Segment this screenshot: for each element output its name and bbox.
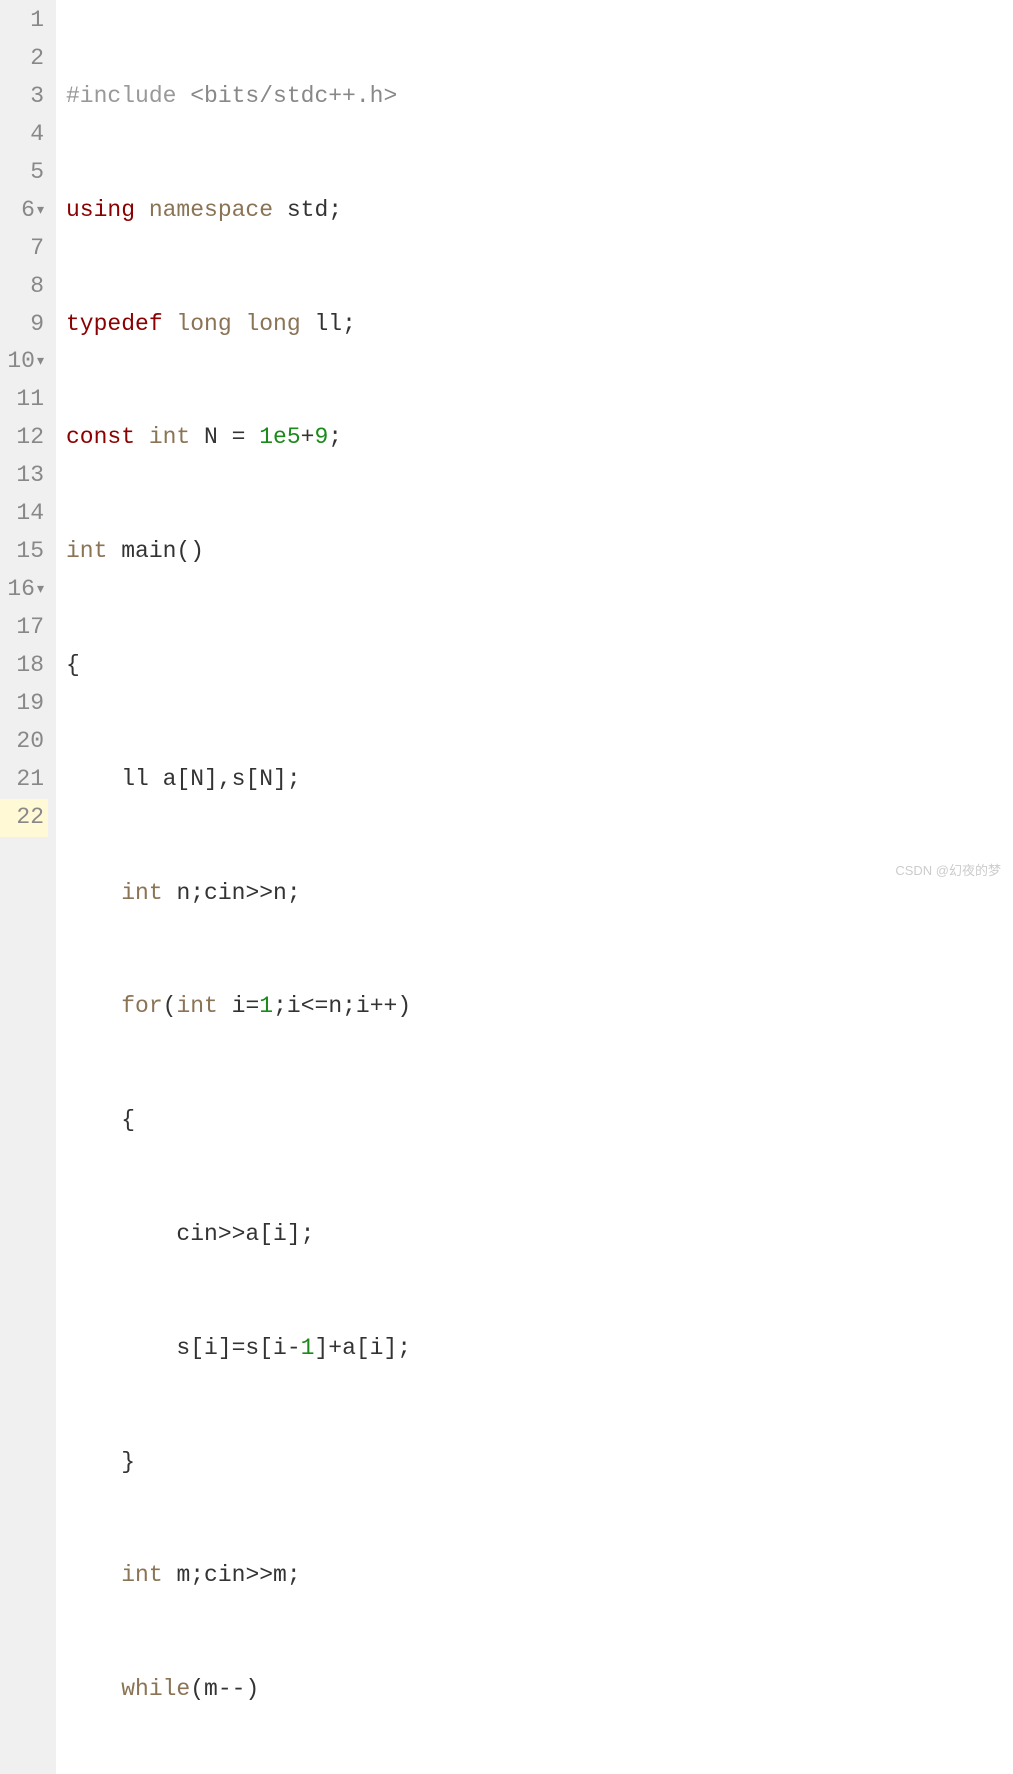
- line-number: 17: [0, 609, 48, 647]
- code-line: int n;cin>>n;: [66, 875, 1013, 913]
- line-number: 8: [0, 268, 48, 306]
- code-line: for(int i=1;i<=n;i++): [66, 988, 1013, 1026]
- line-number: 19: [0, 685, 48, 723]
- line-number: 13: [0, 457, 48, 495]
- code-line: int main(): [66, 533, 1013, 571]
- code-line: using namespace std;: [66, 192, 1013, 230]
- line-number: 18: [0, 647, 48, 685]
- line-number: 22: [0, 799, 48, 837]
- line-number: 9: [0, 306, 48, 344]
- line-number: 21: [0, 761, 48, 799]
- watermark: CSDN @幻夜的梦: [895, 860, 1001, 881]
- line-number: 1: [0, 2, 48, 40]
- line-number: 10▾: [0, 343, 48, 381]
- code-line: typedef long long ll;: [66, 306, 1013, 344]
- fold-icon[interactable]: ▾: [37, 582, 44, 598]
- line-number: 11: [0, 381, 48, 419]
- line-number: 5: [0, 154, 48, 192]
- fold-icon[interactable]: ▾: [37, 203, 44, 219]
- line-number: 16▾: [0, 571, 48, 609]
- line-number: 14: [0, 495, 48, 533]
- code-line: int m;cin>>m;: [66, 1557, 1013, 1595]
- code-area[interactable]: #include <bits/stdc++.h> using namespace…: [56, 0, 1013, 1774]
- line-number: 3: [0, 78, 48, 116]
- line-number: 12: [0, 419, 48, 457]
- code-line: {: [66, 647, 1013, 685]
- code-line: while(m--): [66, 1671, 1013, 1709]
- code-editor: 1 2 3 4 5 6▾ 7 8 9 10▾ 11 12 13 14 15 16…: [0, 0, 1013, 1774]
- code-line: cin>>a[i];: [66, 1216, 1013, 1254]
- line-number: 15: [0, 533, 48, 571]
- fold-icon[interactable]: ▾: [37, 354, 44, 370]
- code-line: {: [66, 1102, 1013, 1140]
- code-line: const int N = 1e5+9;: [66, 419, 1013, 457]
- line-gutter: 1 2 3 4 5 6▾ 7 8 9 10▾ 11 12 13 14 15 16…: [0, 0, 56, 1774]
- code-line: s[i]=s[i-1]+a[i];: [66, 1330, 1013, 1368]
- line-number: 20: [0, 723, 48, 761]
- line-number: 6▾: [0, 192, 48, 230]
- line-number: 7: [0, 230, 48, 268]
- code-line: #include <bits/stdc++.h>: [66, 78, 1013, 116]
- code-line: }: [66, 1444, 1013, 1482]
- line-number: 4: [0, 116, 48, 154]
- line-number: 2: [0, 40, 48, 78]
- code-line: ll a[N],s[N];: [66, 761, 1013, 799]
